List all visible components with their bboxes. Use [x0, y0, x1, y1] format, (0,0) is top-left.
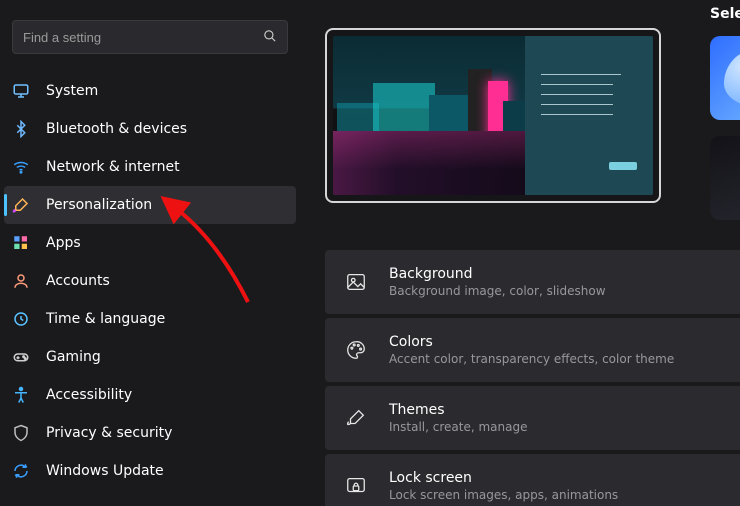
sidebar-item-time[interactable]: Time & language: [4, 300, 296, 338]
lockscreen-icon: [345, 475, 367, 497]
card-title: Colors: [389, 334, 674, 350]
sidebar-item-label: Bluetooth & devices: [46, 121, 187, 137]
card-colors[interactable]: Colors Accent color, transparency effect…: [325, 318, 740, 382]
sidebar-item-label: Privacy & security: [46, 425, 172, 441]
sidebar-item-label: Windows Update: [46, 463, 164, 479]
card-themes[interactable]: Themes Install, create, manage: [325, 386, 740, 450]
sidebar-item-bluetooth[interactable]: Bluetooth & devices: [4, 110, 296, 148]
desktop-preview-image: [333, 36, 653, 195]
card-title: Lock screen: [389, 470, 618, 486]
sidebar-item-label: Apps: [46, 235, 81, 251]
sidebar-item-label: Gaming: [46, 349, 101, 365]
theme-select-heading: Select: [710, 6, 740, 22]
theme-thumbnail-1[interactable]: [710, 36, 740, 120]
card-subtitle: Lock screen images, apps, animations: [389, 488, 618, 502]
search-input-wrap[interactable]: [12, 20, 288, 54]
bluetooth-icon: [12, 120, 30, 138]
sidebar-item-network[interactable]: Network & internet: [4, 148, 296, 186]
settings-sidebar: System Bluetooth & devices Network & int…: [0, 0, 300, 490]
shield-icon: [12, 424, 30, 442]
search-icon: [262, 28, 277, 47]
wifi-icon: [12, 158, 30, 176]
sidebar-item-label: Personalization: [46, 197, 152, 213]
sidebar-item-privacy[interactable]: Privacy & security: [4, 414, 296, 452]
theme-thumbnail-2[interactable]: [710, 136, 740, 220]
gamepad-icon: [12, 348, 30, 366]
sidebar-item-apps[interactable]: Apps: [4, 224, 296, 262]
card-title: Themes: [389, 402, 527, 418]
sidebar-item-update[interactable]: Windows Update: [4, 452, 296, 490]
card-lockscreen[interactable]: Lock screen Lock screen images, apps, an…: [325, 454, 740, 506]
sidebar-item-label: Accessibility: [46, 387, 132, 403]
sidebar-item-label: Time & language: [46, 311, 165, 327]
update-icon: [12, 462, 30, 480]
sidebar-item-label: Accounts: [46, 273, 110, 289]
card-subtitle: Install, create, manage: [389, 420, 527, 434]
accounts-icon: [12, 272, 30, 290]
personalization-settings-list: Background Background image, color, slid…: [325, 250, 740, 506]
sidebar-item-personalization[interactable]: Personalization: [4, 186, 296, 224]
card-background[interactable]: Background Background image, color, slid…: [325, 250, 740, 314]
system-icon: [12, 82, 30, 100]
palette-icon: [345, 339, 367, 361]
desktop-preview[interactable]: [325, 28, 661, 203]
accessibility-icon: [12, 386, 30, 404]
clock-icon: [12, 310, 30, 328]
apps-icon: [12, 234, 30, 252]
card-subtitle: Background image, color, slideshow: [389, 284, 606, 298]
card-title: Background: [389, 266, 606, 282]
sidebar-item-label: System: [46, 83, 98, 99]
brush-icon: [345, 407, 367, 429]
image-icon: [345, 271, 367, 293]
search-input[interactable]: [23, 30, 262, 45]
card-subtitle: Accent color, transparency effects, colo…: [389, 352, 674, 366]
sidebar-item-label: Network & internet: [46, 159, 180, 175]
sidebar-item-accounts[interactable]: Accounts: [4, 262, 296, 300]
sidebar-item-system[interactable]: System: [4, 72, 296, 110]
sidebar-item-gaming[interactable]: Gaming: [4, 338, 296, 376]
paintbrush-icon: [12, 196, 30, 214]
sidebar-item-accessibility[interactable]: Accessibility: [4, 376, 296, 414]
